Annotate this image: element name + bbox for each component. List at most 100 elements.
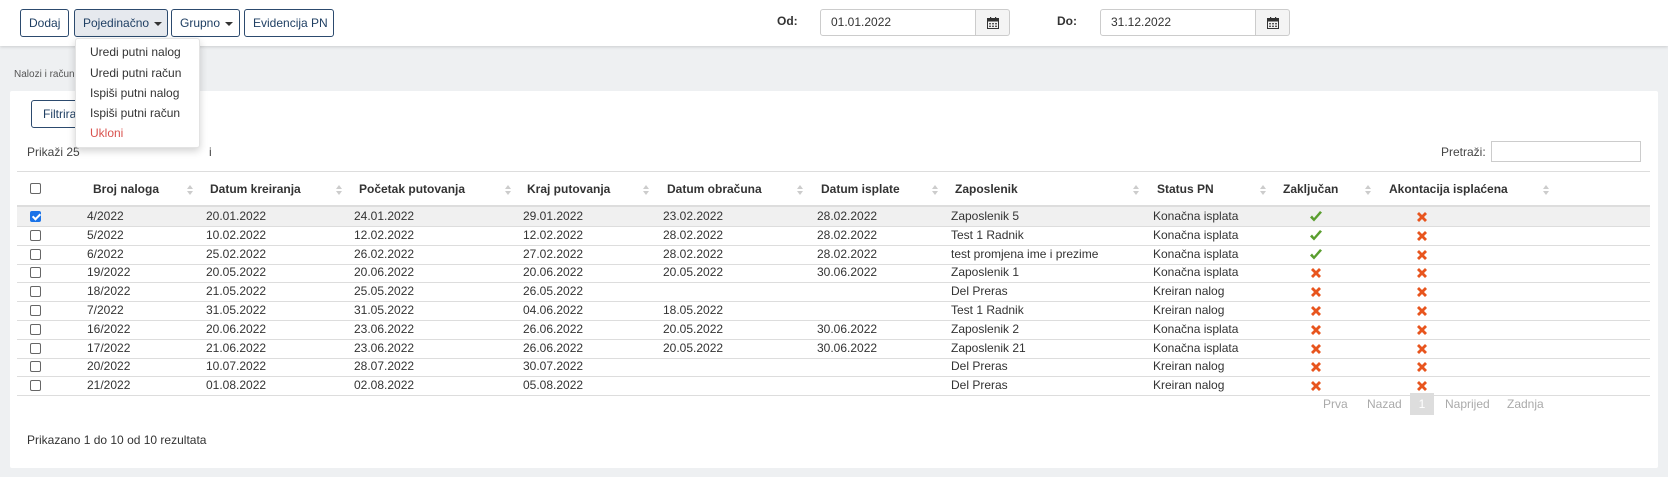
header-locked[interactable]: Zaključan [1283, 172, 1338, 206]
header-advance-paid[interactable]: Akontacija isplaćena [1389, 172, 1508, 206]
row-checkbox[interactable] [30, 267, 41, 279]
cell-created-date: 20.06.2022 [206, 321, 267, 336]
header-order-number[interactable]: Broj naloga [93, 172, 159, 206]
header-status[interactable]: Status PN [1157, 172, 1214, 206]
page-length-suffix: i [209, 145, 212, 159]
menu-item-print-invoice[interactable]: Ispiši putni račun [90, 106, 180, 120]
cell-order-number: 16/2022 [87, 321, 131, 336]
sort-icon [932, 185, 938, 195]
cell-status: Kreiran nalog [1153, 303, 1225, 317]
table-row[interactable]: 4/2022 20.01.2022 24.01.2022 29.01.2022 23.0… [17, 207, 1650, 227]
select-all-checkbox[interactable] [30, 183, 41, 194]
cell-order-number: 21/2022 [87, 378, 131, 393]
menu-item-edit-invoice[interactable]: Uredi putni račun [90, 66, 181, 80]
table-row[interactable]: 5/2022 10.02.2022 12.02.2022 12.02.2022 28.0… [17, 226, 1650, 246]
pagination-next[interactable]: Naprijed [1445, 393, 1490, 415]
row-checkbox[interactable] [30, 211, 41, 222]
pagination-first[interactable]: Prva [1323, 393, 1348, 415]
table-row[interactable]: 20/2022 10.07.2022 28.07.2022 30.07.2022 Del… [17, 357, 1650, 378]
row-checkbox[interactable] [30, 380, 41, 392]
menu-item-remove[interactable]: Ukloni [90, 126, 123, 140]
cell-status: Kreiran nalog [1153, 378, 1225, 393]
table-row[interactable]: 21/2022 01.08.2022 02.08.2022 05.08.2022 Del… [17, 376, 1650, 397]
header-calc-date[interactable]: Datum obračuna [667, 172, 762, 206]
calendar-icon [1267, 17, 1279, 29]
add-button[interactable]: Dodaj [20, 9, 69, 37]
table-row[interactable]: 18/2022 21.05.2022 25.05.2022 26.05.2022 Del… [17, 282, 1650, 303]
header-trip-end[interactable]: Kraj putovanja [527, 172, 610, 206]
single-actions-button[interactable]: Pojedinačno [74, 9, 168, 37]
cell-calc-date: 20.05.2022 [663, 321, 724, 336]
cell-calc-date: 23.02.2022 [663, 209, 724, 223]
menu-item-print-order[interactable]: Ispiši putni nalog [90, 86, 179, 100]
table-row[interactable]: 17/2022 21.06.2022 23.06.2022 26.06.2022 20.… [17, 339, 1650, 359]
to-date-calendar-button[interactable] [1256, 9, 1290, 36]
page-length-prefix: Prikaži [27, 145, 64, 159]
row-checkbox[interactable] [30, 361, 41, 373]
row-checkbox[interactable] [30, 342, 41, 354]
group-actions-button[interactable]: Grupno [171, 9, 240, 37]
cell-status: Konačna isplata [1153, 265, 1239, 280]
cell-trip-end: 05.08.2022 [523, 378, 584, 393]
cross-icon [1415, 229, 1429, 243]
cell-status: Konačna isplata [1153, 209, 1239, 223]
cross-icon [1415, 248, 1429, 262]
page-length-control[interactable]: Prikaži 25 [27, 145, 80, 159]
header-employee[interactable]: Zaposlenik [955, 172, 1018, 206]
header-payout-date[interactable]: Datum isplate [821, 172, 900, 206]
sort-icon [797, 185, 803, 195]
cell-calc-date: 20.05.2022 [663, 265, 724, 280]
table-header: Broj naloga Datum kreiranja Početak putova… [17, 171, 1650, 207]
pagination-current[interactable]: 1 [1410, 393, 1434, 415]
cross-icon [1415, 323, 1429, 337]
checkmark-icon [1309, 248, 1323, 262]
cross-icon [1309, 360, 1323, 374]
cross-icon [1309, 323, 1323, 337]
caret-down-icon [154, 21, 163, 26]
cell-order-number: 5/2022 [87, 227, 124, 242]
table-row[interactable]: 6/2022 25.02.2022 26.02.2022 27.02.2022 28.0… [17, 245, 1650, 265]
cell-status: Kreiran nalog [1153, 284, 1225, 299]
row-checkbox[interactable] [30, 305, 41, 316]
from-date-label: Od: [777, 14, 798, 28]
table-row[interactable]: 7/2022 31.05.2022 31.05.2022 04.06.2022 18.0… [17, 301, 1650, 321]
pagination-last[interactable]: Zadnja [1507, 393, 1544, 415]
sort-icon [1543, 185, 1549, 195]
from-date-calendar-button[interactable] [976, 9, 1010, 36]
cross-icon [1309, 304, 1323, 318]
cell-trip-end: 27.02.2022 [523, 246, 584, 261]
cell-employee: Del Preras [951, 359, 1008, 374]
cell-employee: Zaposlenik 2 [951, 321, 1020, 336]
cross-icon [1415, 360, 1429, 374]
pagination-prev[interactable]: Nazad [1367, 393, 1402, 415]
row-checkbox[interactable] [30, 323, 41, 335]
header-created-date[interactable]: Datum kreiranja [210, 172, 301, 206]
table-row[interactable]: 19/2022 20.05.2022 20.06.2022 20.06.2022 20.… [17, 263, 1650, 284]
results-info: Prikazano 1 do 10 od 10 rezultata [27, 433, 207, 447]
cell-order-number: 19/2022 [87, 265, 131, 280]
row-checkbox[interactable] [30, 229, 41, 241]
to-date-label: Do: [1057, 14, 1077, 28]
sort-icon [643, 185, 649, 195]
table-row[interactable]: 16/2022 20.06.2022 23.06.2022 26.06.2022 20.… [17, 320, 1650, 340]
to-date-input[interactable]: 31.12.2022 [1100, 9, 1256, 36]
cross-icon [1309, 285, 1323, 299]
cell-employee: test promjena ime i prezime [951, 246, 1099, 261]
records-button[interactable]: Evidencija PN [244, 9, 334, 37]
cross-icon [1415, 304, 1429, 318]
cell-payout-date: 28.02.2022 [817, 246, 878, 261]
row-checkbox[interactable] [30, 248, 41, 260]
cell-employee: Zaposlenik 1 [951, 265, 1020, 280]
row-checkbox[interactable] [30, 286, 41, 298]
cell-order-number: 20/2022 [87, 359, 131, 374]
cell-trip-end: 04.06.2022 [523, 303, 584, 317]
cell-employee: Zaposlenik 5 [951, 209, 1020, 223]
menu-item-edit-order[interactable]: Uredi putni nalog [90, 45, 181, 59]
from-date-input[interactable]: 01.01.2022 [820, 9, 976, 36]
cell-created-date: 21.05.2022 [206, 284, 267, 299]
calendar-icon [987, 17, 999, 29]
search-input[interactable] [1491, 141, 1641, 162]
cell-status: Konačna isplata [1153, 340, 1239, 355]
header-trip-start[interactable]: Početak putovanja [359, 172, 465, 206]
cell-employee: Del Preras [951, 284, 1008, 299]
